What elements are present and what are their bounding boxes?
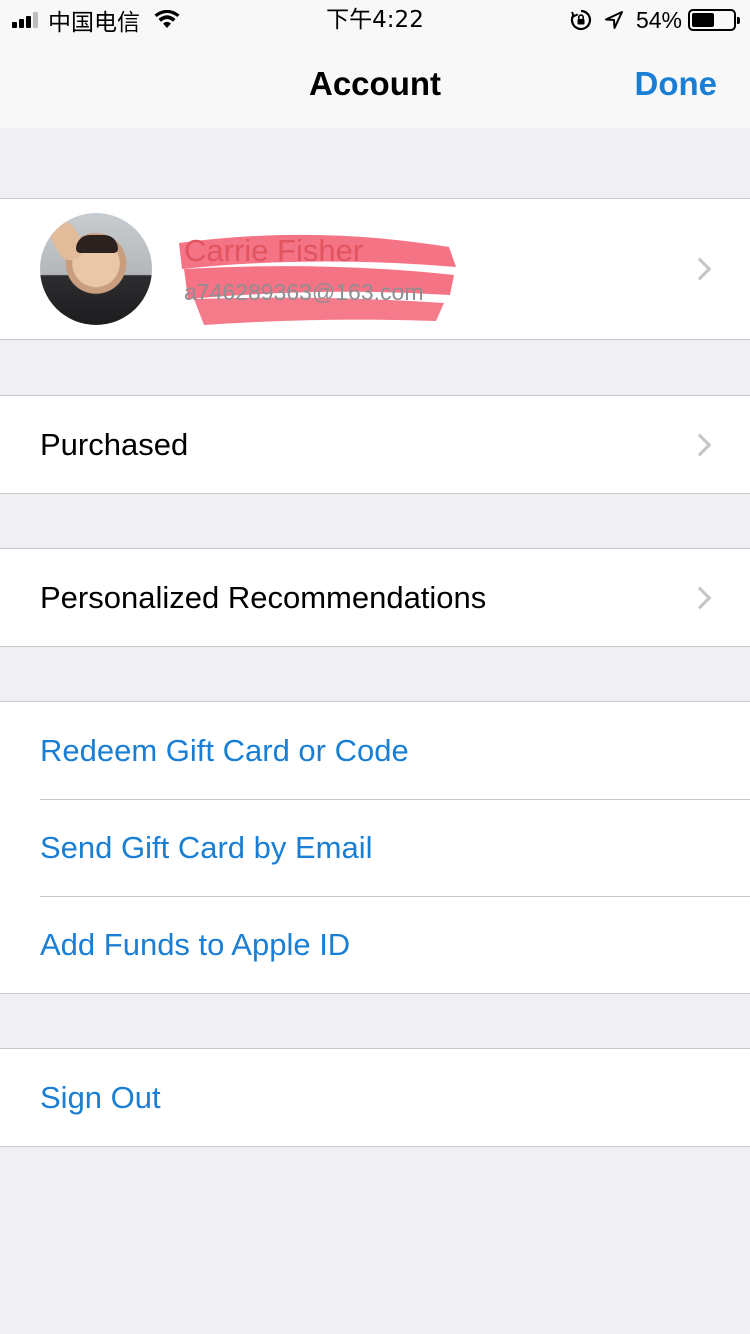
add-funds-label: Add Funds to Apple ID bbox=[40, 926, 351, 962]
battery-percent: 54% bbox=[635, 6, 682, 33]
status-bar: 中国电信 下午4:22 54% bbox=[0, 0, 750, 40]
nav-bar: Account Done bbox=[0, 40, 750, 128]
chevron-right-icon bbox=[688, 257, 712, 281]
profile-group: Carrie Fisher a746289363@163.com bbox=[0, 198, 750, 340]
location-icon bbox=[604, 10, 624, 30]
send-gift-card-button[interactable]: Send Gift Card by Email bbox=[0, 799, 750, 896]
profile-email: a746289363@163.com bbox=[184, 278, 424, 305]
done-button[interactable]: Done bbox=[635, 40, 718, 128]
battery-fill bbox=[692, 13, 714, 27]
sign-out-group: Sign Out bbox=[0, 1048, 750, 1147]
avatar bbox=[40, 213, 152, 325]
recommendations-group: Personalized Recommendations bbox=[0, 548, 750, 647]
purchased-item[interactable]: Purchased bbox=[0, 396, 750, 493]
status-right: 54% bbox=[570, 0, 740, 40]
gift-group: Redeem Gift Card or Code Send Gift Card … bbox=[0, 701, 750, 994]
orientation-lock-icon bbox=[570, 9, 592, 31]
purchased-label: Purchased bbox=[40, 426, 189, 462]
profile-name: Carrie Fisher bbox=[184, 232, 364, 268]
sign-out-button[interactable]: Sign Out bbox=[0, 1049, 750, 1146]
sign-out-label: Sign Out bbox=[40, 1079, 161, 1115]
profile-text: Carrie Fisher a746289363@163.com bbox=[179, 232, 456, 325]
recommendations-item[interactable]: Personalized Recommendations bbox=[0, 549, 750, 646]
profile-row[interactable]: Carrie Fisher a746289363@163.com bbox=[0, 199, 750, 339]
battery-icon bbox=[688, 9, 740, 31]
redeem-label: Redeem Gift Card or Code bbox=[40, 732, 409, 768]
recommendations-label: Personalized Recommendations bbox=[40, 579, 487, 615]
send-gift-label: Send Gift Card by Email bbox=[40, 829, 373, 865]
chevron-right-icon bbox=[688, 433, 712, 456]
redeem-gift-card-button[interactable]: Redeem Gift Card or Code bbox=[0, 702, 750, 799]
purchased-group: Purchased bbox=[0, 395, 750, 494]
chevron-right-icon bbox=[688, 586, 712, 609]
add-funds-button[interactable]: Add Funds to Apple ID bbox=[0, 896, 750, 993]
